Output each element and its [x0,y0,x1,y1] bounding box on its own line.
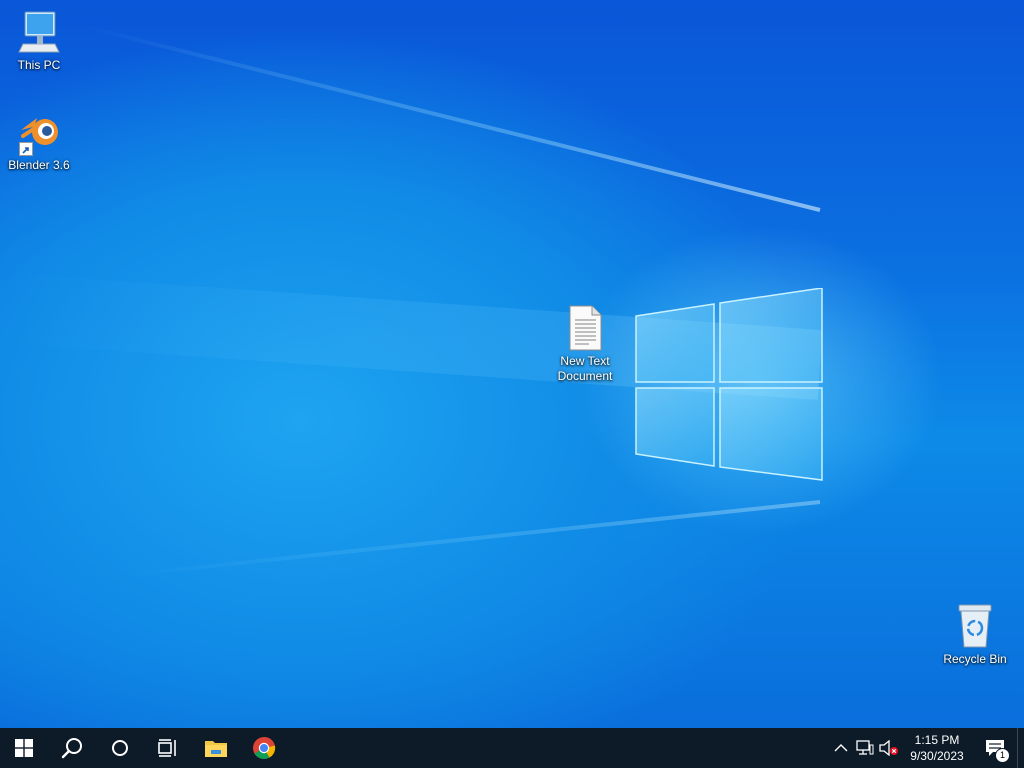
show-hidden-icons-button[interactable] [829,728,853,768]
cortana-button[interactable] [96,728,144,768]
search-button[interactable] [48,728,96,768]
show-desktop-button[interactable] [1017,728,1024,768]
notification-count-badge: 1 [995,748,1010,763]
network-button[interactable] [853,728,877,768]
cortana-icon [112,740,128,756]
windows-start-icon [15,739,33,757]
windows-logo-wallpaper [635,288,823,481]
desktop-icon-blender[interactable]: Blender 3.6 [1,108,77,173]
light-beam [123,500,821,578]
file-explorer-button[interactable] [192,728,240,768]
chrome-icon [253,736,276,759]
volume-button[interactable] [877,728,901,768]
desktop-icon-recycle-bin[interactable]: Recycle Bin [937,602,1013,667]
shortcut-arrow-icon [19,142,33,156]
chevron-up-icon [834,744,848,752]
chrome-button[interactable] [240,728,288,768]
taskbar: 1:15 PM 9/30/2023 1 [0,728,1024,768]
desktop-icon-label: Blender 3.6 [8,158,70,172]
search-icon [61,738,82,759]
system-tray: 1:15 PM 9/30/2023 1 [829,728,1024,768]
desktop[interactable]: This PC Blender 3.6 New Text Document Re… [0,0,1024,728]
file-explorer-icon [205,741,227,757]
clock-time: 1:15 PM [914,733,960,747]
recycle-bin-icon [951,602,999,650]
light-beam [82,24,821,212]
text-document-icon [561,304,609,352]
start-button[interactable] [0,728,48,768]
computer-icon [15,8,63,56]
volume-muted-icon [879,740,898,756]
blender-icon [15,108,63,156]
task-view-button[interactable] [144,728,192,768]
desktop-icon-new-text-document[interactable]: New Text Document [547,304,623,384]
desktop-icon-label: This PC [17,58,61,72]
desktop-icon-this-pc[interactable]: This PC [1,8,77,73]
action-center-button[interactable]: 1 [973,728,1017,768]
desktop-icon-label: New Text Document [557,354,613,383]
network-icon [856,740,874,755]
desktop-icon-label: Recycle Bin [943,652,1007,666]
clock-button[interactable]: 1:15 PM 9/30/2023 [901,728,973,768]
task-view-icon [158,739,176,757]
clock-date: 9/30/2023 [910,749,964,763]
